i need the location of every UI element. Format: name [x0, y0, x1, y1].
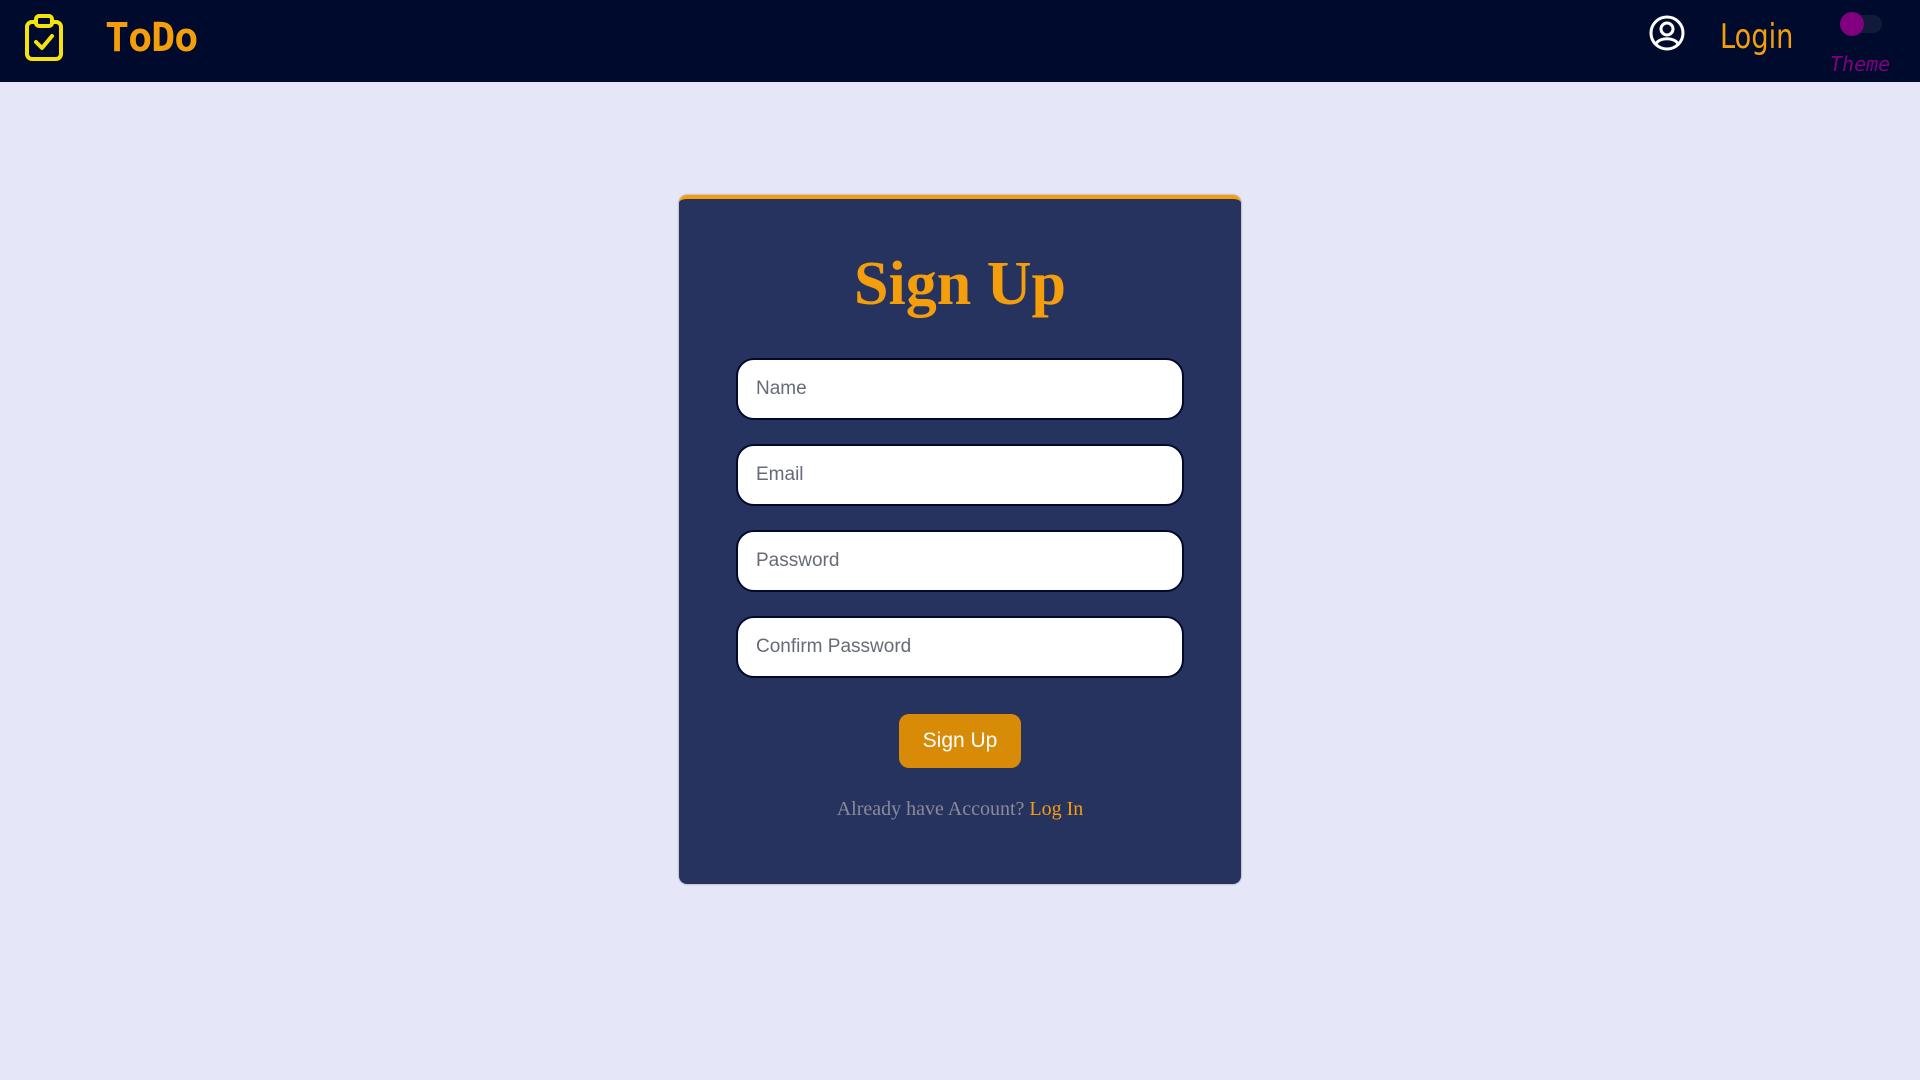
signup-card: Sign Up Sign Up Already have Account? Lo…: [679, 195, 1241, 884]
navbar: ToDo Login Theme: [0, 0, 1920, 82]
login-prompt-link[interactable]: Log In: [1029, 798, 1083, 820]
signup-button[interactable]: Sign Up: [899, 714, 1021, 768]
password-input[interactable]: [736, 530, 1184, 592]
email-input[interactable]: [736, 444, 1184, 506]
user-circle-icon[interactable]: [1648, 14, 1686, 52]
login-prompt: Already have Account? Log In: [679, 796, 1241, 822]
login-link[interactable]: Login: [1720, 16, 1793, 58]
app-title[interactable]: ToDo: [105, 14, 198, 62]
signup-title: Sign Up: [854, 250, 1066, 318]
theme-label: Theme: [1830, 52, 1891, 76]
theme-toggle[interactable]: [1836, 12, 1886, 36]
theme-toggle-knob: [1840, 12, 1864, 36]
clipboard-check-icon[interactable]: [24, 14, 64, 62]
confirm-password-input[interactable]: [736, 616, 1184, 678]
login-prompt-text: Already have Account?: [836, 798, 1025, 820]
name-input[interactable]: [736, 358, 1184, 420]
